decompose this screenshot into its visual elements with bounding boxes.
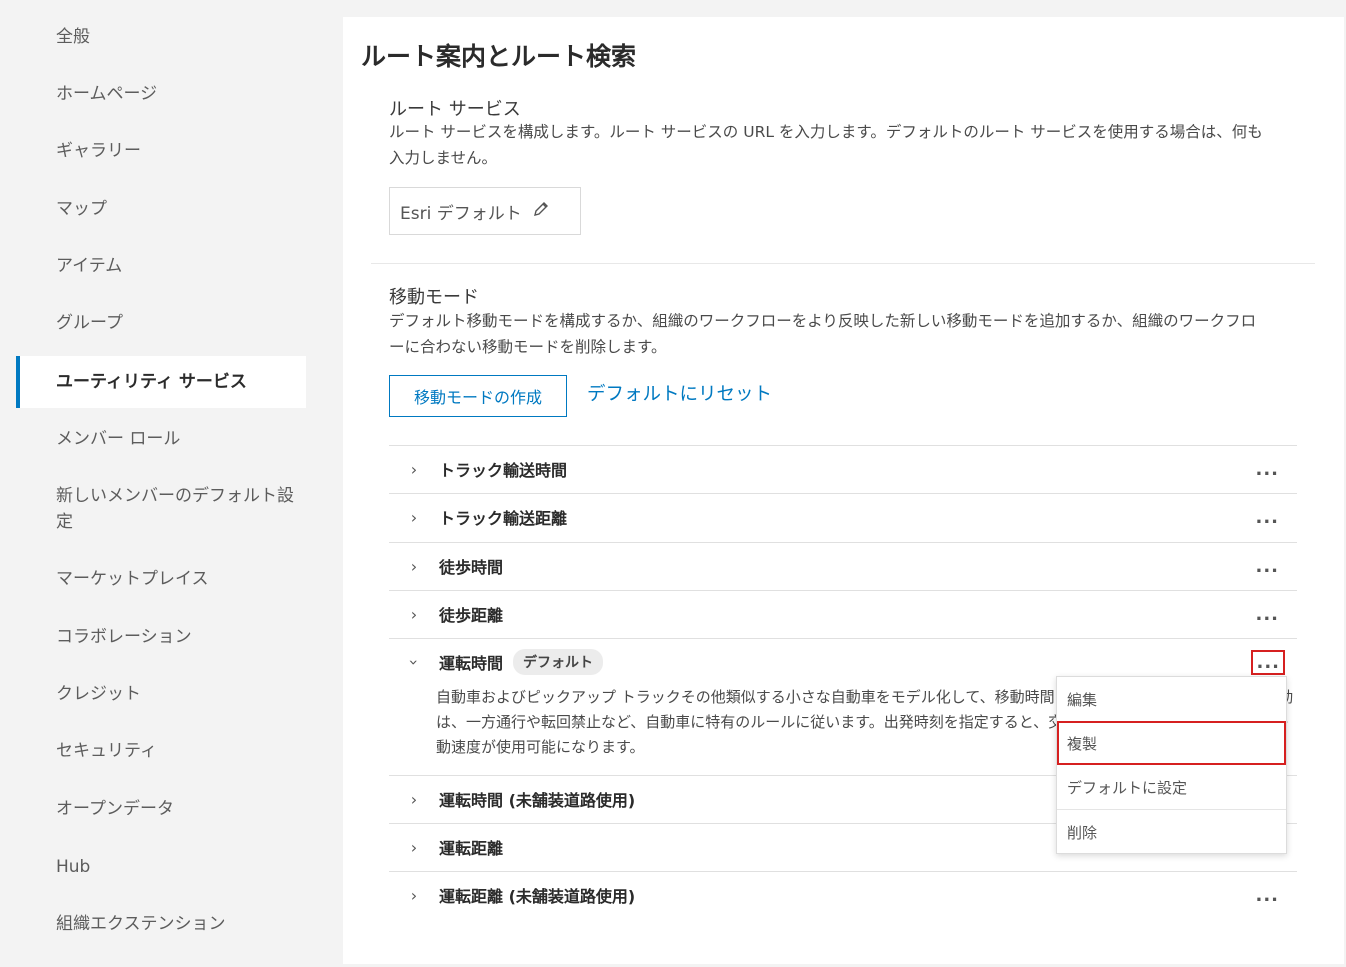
route-service-value: Esri デフォルト	[400, 203, 522, 224]
more-options-icon[interactable]: ...	[1251, 649, 1285, 675]
travel-mode-row-truck-time[interactable]: › トラック輸送時間 ...	[389, 446, 1297, 492]
travel-mode-row-truck-distance[interactable]: › トラック輸送距離 ...	[389, 494, 1297, 540]
travel-mode-label: トラック輸送時間	[439, 461, 568, 480]
sidebar-item-new-member-defaults[interactable]: 新しいメンバーのデフォルト設定	[16, 483, 306, 535]
travel-mode-label: 運転時間	[439, 654, 504, 673]
sidebar-item-member-roles[interactable]: メンバー ロール	[16, 426, 306, 452]
more-options-icon[interactable]: ...	[1255, 556, 1279, 577]
sidebar-item-groups[interactable]: グループ	[16, 310, 306, 336]
section-divider	[371, 263, 1315, 264]
sidebar-item-gallery[interactable]: ギャラリー	[16, 138, 306, 164]
sidebar-item-security[interactable]: セキュリティ	[16, 738, 306, 764]
chevron-down-icon[interactable]: ›	[405, 637, 424, 687]
default-badge: デフォルト	[513, 649, 604, 675]
sidebar-item-general[interactable]: 全般	[16, 24, 306, 50]
more-options-icon[interactable]: ...	[1255, 459, 1279, 480]
travel-modes-description: デフォルト移動モードを構成するか、組織のワークフローをより反映した新しい移動モー…	[389, 312, 1257, 356]
travel-mode-label: トラック輸送距離	[439, 509, 568, 528]
chevron-right-icon[interactable]: ›	[389, 557, 439, 576]
more-options-icon[interactable]: ...	[1255, 604, 1279, 625]
menu-item-duplicate[interactable]: 複製	[1057, 721, 1286, 765]
chevron-right-icon[interactable]: ›	[389, 460, 439, 479]
chevron-right-icon[interactable]: ›	[389, 605, 439, 624]
travel-mode-row-walking-time[interactable]: › 徒歩時間 ...	[389, 543, 1297, 589]
sidebar-item-credits[interactable]: クレジット	[16, 681, 306, 707]
sidebar-item-marketplace[interactable]: マーケットプレイス	[16, 566, 306, 592]
travel-modes-title: 移動モード	[389, 287, 479, 308]
chevron-right-icon[interactable]: ›	[389, 790, 439, 809]
sidebar-item-hub[interactable]: Hub	[16, 854, 306, 880]
menu-item-set-default[interactable]: デフォルトに設定	[1057, 765, 1286, 809]
menu-item-delete[interactable]: 削除	[1057, 810, 1286, 854]
menu-item-edit[interactable]: 編集	[1057, 677, 1286, 721]
travel-mode-label: 徒歩距離	[439, 606, 504, 625]
create-travel-mode-button[interactable]: 移動モードの作成	[389, 375, 567, 417]
sidebar-item-open-data[interactable]: オープンデータ	[16, 796, 306, 822]
sidebar: 全般 ホームページ ギャラリー マップ アイテム グループ ユーティリティ サー…	[0, 0, 330, 967]
sidebar-item-home-page[interactable]: ホームページ	[16, 81, 306, 107]
travel-mode-label: 運転距離 (未舗装道路使用)	[439, 887, 636, 906]
chevron-right-icon[interactable]: ›	[389, 838, 439, 857]
chevron-right-icon[interactable]: ›	[389, 886, 439, 905]
travel-mode-row-walking-distance[interactable]: › 徒歩距離 ...	[389, 591, 1297, 637]
travel-mode-label: 徒歩時間	[439, 558, 504, 577]
travel-mode-label: 運転時間 (未舗装道路使用)	[439, 791, 636, 810]
route-service-field[interactable]: Esri デフォルト	[389, 187, 581, 235]
chevron-right-icon[interactable]: ›	[389, 508, 439, 527]
route-service-title: ルート サービス	[389, 99, 521, 120]
travel-mode-row-driving-distance-unpaved[interactable]: › 運転距離 (未舗装道路使用) ...	[389, 872, 1297, 918]
page-title: ルート案内とルート検索	[361, 42, 637, 71]
sidebar-item-collaboration[interactable]: コラボレーション	[16, 624, 306, 650]
more-options-icon[interactable]: ...	[1255, 885, 1279, 906]
sidebar-item-map[interactable]: マップ	[16, 196, 306, 222]
more-options-icon[interactable]: ...	[1255, 507, 1279, 528]
sidebar-item-org-extensions[interactable]: 組織エクステンション	[16, 911, 306, 937]
route-service-description: ルート サービスを構成します。ルート サービスの URL を入力します。デフォル…	[389, 123, 1263, 167]
travel-mode-label: 運転距離	[439, 839, 504, 858]
travel-mode-context-menu: 編集 複製 デフォルトに設定 削除	[1056, 676, 1287, 854]
pencil-icon[interactable]	[532, 200, 550, 223]
sidebar-item-items[interactable]: アイテム	[16, 253, 306, 279]
reset-to-default-link[interactable]: デフォルトにリセット	[587, 380, 772, 406]
sidebar-item-utility-services[interactable]: ユーティリティ サービス	[16, 356, 306, 408]
